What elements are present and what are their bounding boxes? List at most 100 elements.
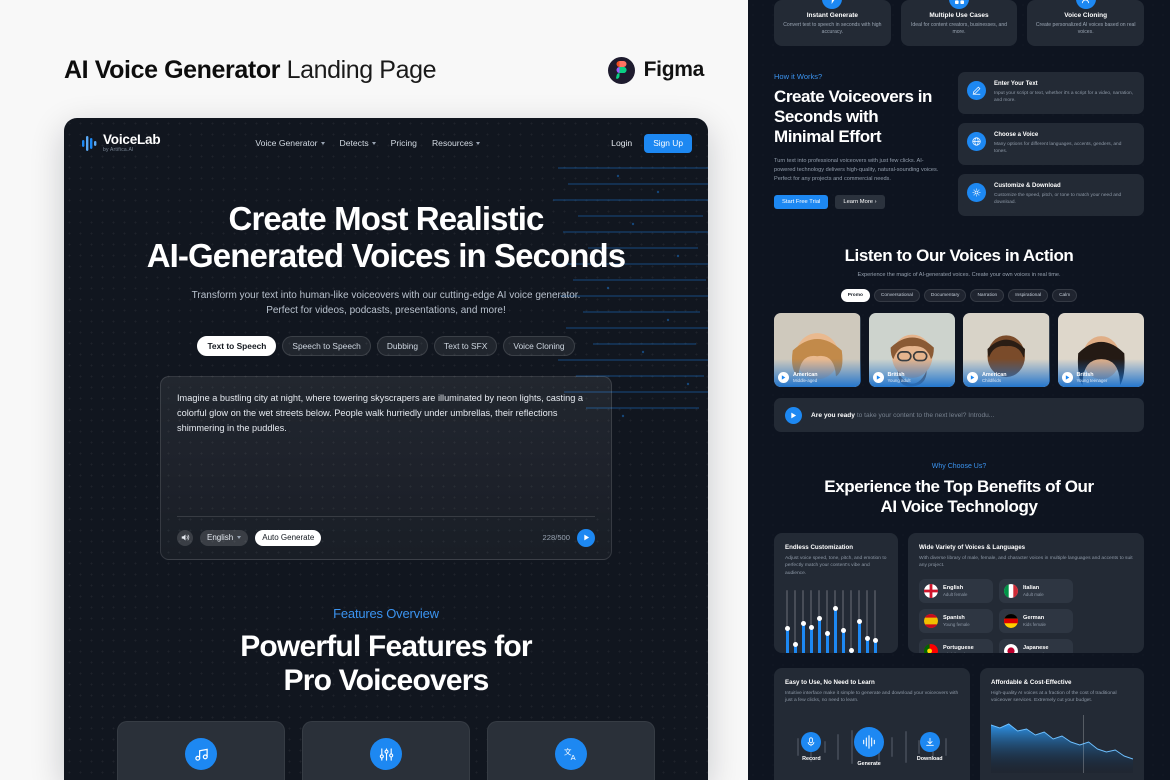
usage-download[interactable]: Download: [916, 731, 943, 762]
tab-voice-cloning[interactable]: Voice Cloning: [503, 335, 575, 356]
why-choose-us-section: Why Choose Us? Experience the Top Benefi…: [774, 463, 1144, 518]
nav-item-resources[interactable]: Resources: [432, 138, 481, 148]
highlight-card-instant-generate[interactable]: Instant Generate Convert text to speech …: [774, 0, 891, 46]
editor-text-content[interactable]: Imagine a bustling city at night, where …: [177, 391, 595, 436]
usage-generate[interactable]: Generate: [854, 726, 885, 767]
features-heading: Powerful Features for Pro Voiceovers: [64, 630, 708, 697]
feature-card-row: 文 A: [64, 721, 708, 780]
lang-name: Spanish: [943, 614, 965, 621]
waveform-icon: [854, 726, 885, 757]
login-link[interactable]: Login: [611, 138, 632, 148]
nav-item-detects[interactable]: Detects: [340, 138, 376, 148]
language-chip-portuguese[interactable]: PortugueseAdult female: [919, 638, 993, 653]
player-caption-rest: to take your content to the next level? …: [854, 411, 995, 419]
nav-links: Voice Generator Detects Pricing Resource…: [255, 138, 481, 148]
feature-card-controls[interactable]: [302, 721, 470, 780]
speaker-icon[interactable]: [177, 529, 193, 546]
why-heading-line1: Experience the Top Benefits of Our: [824, 477, 1094, 496]
language-chip-italian[interactable]: Italian Adult male: [999, 578, 1073, 603]
tab-text-to-sfx[interactable]: Text to SFX: [434, 335, 498, 356]
equalizer-graphic: [784, 589, 887, 653]
benefit-card-affordable[interactable]: Affordable & Cost-Effective High-quality…: [980, 667, 1144, 780]
step-card-choose-a-voice[interactable]: Choose a Voice Many options for differen…: [958, 123, 1144, 165]
language-chip-english[interactable]: English Adult female: [919, 578, 993, 603]
voice-card[interactable]: American Child/kids: [963, 313, 1050, 387]
character-counter: 228/500: [542, 533, 570, 543]
highlight-card-multiple-use-cases[interactable]: Multiple Use Cases Ideal for content cre…: [900, 0, 1018, 46]
language-chip-german[interactable]: German Kids female: [999, 608, 1073, 633]
language-value: English: [207, 533, 234, 543]
voicelab-bars-icon: [82, 135, 97, 151]
page-header: AI Voice Generator Landing Page Figma: [64, 50, 704, 90]
voice-card[interactable]: American Middle-aged: [774, 313, 861, 387]
nav-item-pricing[interactable]: Pricing: [391, 138, 417, 148]
play-icon[interactable]: [967, 372, 978, 383]
how-button-row: Start Free Trial Learn More ›: [774, 195, 942, 210]
chip-narration[interactable]: Narration: [970, 289, 1005, 302]
card-title: Instant Generate: [806, 12, 858, 19]
benefit-card-wide-variety[interactable]: Wide Variety of Voices & Languages With …: [908, 532, 1144, 653]
step-desc: Many options for different languages, ac…: [994, 141, 1122, 154]
flag-japan-icon: [1004, 643, 1018, 653]
tab-speech-to-speech[interactable]: Speech to Speech: [282, 335, 371, 356]
benefit-title: Wide Variety of Voices & Languages: [919, 543, 1026, 551]
voice-label-overlay: American Child/kids: [963, 359, 1050, 387]
step-desc: Input your script or text, whether it's …: [994, 90, 1134, 103]
play-icon[interactable]: [778, 372, 789, 383]
start-free-trial-button[interactable]: Start Free Trial: [774, 195, 829, 210]
auto-generate-button[interactable]: Auto Generate: [255, 529, 322, 546]
voice-age: Young adult: [887, 377, 911, 383]
generate-play-button[interactable]: [577, 528, 595, 547]
benefit-card-easy-to-use[interactable]: Easy to Use, No Need to Learn Intuitive …: [774, 667, 970, 780]
editor-toolbar: English Auto Generate 228/500: [177, 517, 595, 559]
screenshot-root: AI Voice Generator Landing Page Figma Vo…: [0, 0, 1170, 780]
step-card-enter-your-text[interactable]: Enter Your Text Input your script or tex…: [958, 72, 1144, 114]
step-card-customize-download[interactable]: Customize & Download Customize the speed…: [958, 174, 1144, 216]
how-it-works-copy: How it Works? Create Voiceovers in Secon…: [774, 72, 942, 216]
brand-logo[interactable]: VoiceLab by Artifica.AI: [82, 133, 161, 153]
clone-icon: [1075, 0, 1096, 9]
microphone-icon: [801, 731, 822, 752]
tab-dubbing[interactable]: Dubbing: [376, 335, 429, 356]
chip-conversational[interactable]: Conversational: [873, 289, 920, 302]
play-icon[interactable]: [872, 372, 884, 383]
lang-name: Japanese: [1023, 644, 1049, 651]
learn-more-button[interactable]: Learn More ›: [835, 195, 885, 210]
lang-name: Portuguese: [943, 644, 974, 651]
audio-player-bar[interactable]: Are you ready to take your content to th…: [774, 398, 1144, 432]
voice-card[interactable]: British Young teenager: [1057, 313, 1144, 387]
highlight-card-row: Instant Generate Convert text to speech …: [774, 0, 1145, 46]
chip-documentary[interactable]: Documentary: [923, 289, 967, 302]
page-title-bold: AI Voice Generator: [64, 55, 281, 84]
voice-age: Young teenager: [1076, 377, 1108, 383]
benefit-desc: High-quality AI voices at a fraction of …: [991, 690, 1117, 704]
language-chip-japanese[interactable]: JapaneseYoung male: [999, 638, 1073, 653]
benefit-card-endless-customization[interactable]: Endless Customization Adjust voice speed…: [774, 532, 898, 653]
hero-section: Create Most Realistic AI-Generated Voice…: [64, 168, 708, 560]
translate-icon: 文 A: [555, 738, 587, 771]
text-editor-panel[interactable]: Imagine a bustling city at night, where …: [160, 375, 612, 560]
usage-label: Download: [916, 755, 943, 762]
usage-record[interactable]: Record: [801, 731, 822, 762]
play-icon[interactable]: [1061, 372, 1073, 383]
voice-card[interactable]: British Young adult: [868, 313, 955, 387]
tab-text-to-speech[interactable]: Text to Speech: [197, 335, 277, 356]
hero-heading-line1: Create Most Realistic: [228, 200, 545, 237]
flag-portugal-icon: [924, 643, 938, 653]
nav-item-voice-generator[interactable]: Voice Generator: [255, 138, 325, 148]
highlight-card-voice-cloning[interactable]: Voice Cloning Create personalized AI voi…: [1027, 0, 1145, 46]
chip-inspirational[interactable]: Inspirational: [1008, 289, 1049, 302]
chip-promo[interactable]: Promo: [840, 289, 870, 302]
music-note-icon: [185, 738, 217, 771]
feature-card-audio[interactable]: [117, 721, 285, 780]
feature-card-language[interactable]: 文 A: [487, 721, 655, 780]
figma-label: Figma: [643, 58, 705, 81]
language-chip-spanish[interactable]: Spanish Young female: [919, 608, 993, 633]
chip-calm[interactable]: Calm: [1052, 289, 1078, 302]
sliders-icon: [370, 738, 402, 771]
play-icon[interactable]: [785, 406, 802, 424]
signup-button[interactable]: Sign Up: [644, 133, 692, 153]
landing-page-mock-continued: Instant Generate Convert text to speech …: [748, 0, 1170, 780]
site-navbar: VoiceLab by Artifica.AI Voice Generator …: [64, 118, 708, 168]
language-selector[interactable]: English: [200, 529, 249, 546]
